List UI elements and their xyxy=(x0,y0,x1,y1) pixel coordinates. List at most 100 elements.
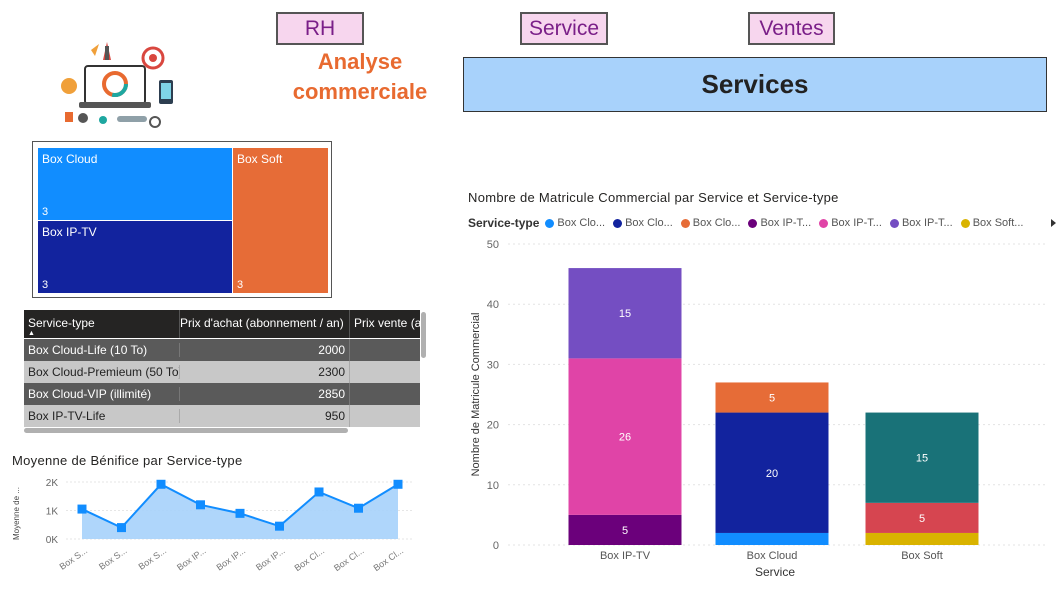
x-tick-label: Box Cl... xyxy=(293,545,327,573)
line-chart-title: Moyenne de Bénifice par Service-type xyxy=(12,453,243,468)
x-tick-label: Box IP... xyxy=(254,545,287,572)
legend-dot-icon xyxy=(545,218,555,228)
legend-dot-icon xyxy=(960,218,970,228)
legend-title: Service-type xyxy=(468,216,540,230)
data-label: 15 xyxy=(916,453,928,465)
table-cell-type: Box Cloud-Life (10 To) xyxy=(28,343,148,357)
x-tick-label: Box S... xyxy=(97,545,129,571)
legend-label: Box Soft... xyxy=(972,217,1024,229)
treemap-tile-label: Box Soft xyxy=(237,152,283,166)
x-tick-label: Box Cl... xyxy=(372,545,406,573)
bar-segment xyxy=(865,532,979,545)
table-horizontal-scrollbar[interactable] xyxy=(24,428,348,433)
table-cell-type: Box Cloud-VIP (illimité) xyxy=(28,387,152,401)
sort-ascending-icon: ▲ xyxy=(28,330,35,337)
bar-chart-title: Nombre de Matricule Commercial par Servi… xyxy=(468,190,839,205)
table-cell-empty xyxy=(349,383,420,405)
x-tick-label: Box IP... xyxy=(175,545,208,572)
x-tick-label: Box Cloud xyxy=(747,550,798,562)
data-point xyxy=(196,500,205,510)
data-point xyxy=(156,479,166,489)
treemap-tile-box-iptv[interactable]: Box IP-TV 3 xyxy=(38,221,232,293)
table-cell-empty xyxy=(349,361,420,383)
x-tick-label: Box Soft xyxy=(901,550,943,562)
x-tick-label: Box IP... xyxy=(214,545,247,572)
data-point xyxy=(77,504,87,514)
legend-item[interactable]: Box IP-T... xyxy=(889,217,953,229)
bar-segment xyxy=(715,532,829,545)
table-cell-prix: 2000 xyxy=(179,343,349,357)
legend-dot-icon xyxy=(680,218,690,228)
table-vertical-scrollbar[interactable] xyxy=(421,312,426,358)
table-header-service-type[interactable]: Service-type ▲ xyxy=(24,310,179,338)
benefice-area-chart: 2K1K0KMoyenne de ...Box S... Box S... Box … xyxy=(12,478,412,573)
y-tick-label: 10 xyxy=(487,480,499,492)
legend-dot-icon xyxy=(819,218,829,228)
legend-label: Box IP-T... xyxy=(760,217,812,229)
legend-dot-icon xyxy=(748,218,758,228)
data-point xyxy=(393,479,403,489)
y-axis-label: Nombre de Matricule Commercial xyxy=(470,313,482,477)
service-price-table: Service-type ▲ Prix d'achat (abonnement … xyxy=(24,310,427,432)
legend-item[interactable]: Box IP-T... xyxy=(819,217,882,229)
brand-title: Analyse commerciale xyxy=(280,47,440,107)
data-label: 5 xyxy=(622,525,628,537)
table-cell-prix: 950 xyxy=(179,409,349,423)
table-cell-prix: 2300 xyxy=(179,365,349,379)
data-label: 26 xyxy=(619,432,631,444)
data-label: 15 xyxy=(619,308,631,320)
table-row[interactable]: Box IP-TV-Life 950 xyxy=(24,405,420,427)
x-tick-label: Box S... xyxy=(137,545,169,571)
brand-title-line1: Analyse xyxy=(317,49,403,74)
page-title-banner: Services xyxy=(463,57,1047,112)
treemap-tile-count: 3 xyxy=(42,279,49,291)
table-row[interactable]: Box Cloud-VIP (illimité) 2850 xyxy=(24,383,420,405)
business-illustration-logo xyxy=(61,42,173,128)
table-row[interactable]: Box Cloud-Life (10 To) 2000 xyxy=(24,339,420,361)
table-cell-prix: 2850 xyxy=(179,387,349,401)
nav-service-button[interactable]: Service xyxy=(520,12,608,45)
legend-item[interactable]: Box Soft... xyxy=(960,217,1024,229)
legend-item[interactable]: Box Clo... xyxy=(680,217,741,229)
data-label: 5 xyxy=(919,513,925,525)
legend-label: Box IP-T... xyxy=(901,217,953,229)
table-header-prix-vente[interactable]: Prix vente (ab xyxy=(349,310,420,338)
y-tick-label: 50 xyxy=(487,239,499,251)
y-tick-label: 0 xyxy=(493,540,499,552)
legend-item[interactable]: Box Clo... xyxy=(613,217,673,229)
x-tick-label: Box S... xyxy=(58,545,90,571)
y-tick-label: 0K xyxy=(46,535,59,546)
legend-next-arrow-icon[interactable] xyxy=(1051,219,1057,227)
table-row[interactable]: Box Cloud-Premieum (50 To) 2300 xyxy=(24,361,420,383)
data-point xyxy=(117,523,126,533)
y-tick-label: 20 xyxy=(487,420,499,432)
treemap-tile-box-cloud[interactable]: Box Cloud 3 xyxy=(38,148,232,220)
nav-rh-button[interactable]: RH xyxy=(276,12,364,45)
legend-item[interactable]: Box IP-T... xyxy=(748,217,811,229)
bar-chart-legend: Service-type Box Clo... Box Clo... Box Clo… xyxy=(468,216,1057,230)
legend-item[interactable]: Box Clo... xyxy=(545,217,605,229)
legend-label: Box Clo... xyxy=(692,217,741,229)
legend-label: Box Clo... xyxy=(557,217,606,229)
x-tick-label: Box Cl... xyxy=(332,545,366,573)
matricule-stacked-bar-chart: 0 10 20 30 40 50 Nombre de Matricule Commercia… xyxy=(470,239,1048,579)
legend-dot-icon xyxy=(613,218,623,228)
data-point xyxy=(275,521,284,531)
y-tick-label: 40 xyxy=(487,299,499,311)
data-label: 5 xyxy=(769,393,775,405)
y-tick-label: 2K xyxy=(46,478,59,489)
treemap-tile-box-soft[interactable]: Box Soft 3 xyxy=(233,148,328,293)
service-treemap: Box Cloud 3 Box IP-TV 3 Box Soft 3 xyxy=(32,141,332,298)
legend-label: Box Clo... xyxy=(625,217,673,229)
nav-ventes-button[interactable]: Ventes xyxy=(748,12,835,45)
treemap-tile-count: 3 xyxy=(237,279,244,291)
legend-dot-icon xyxy=(889,218,899,228)
treemap-tile-label: Box Cloud xyxy=(42,152,98,166)
table-cell-type: Box Cloud-Premieum (50 To) xyxy=(28,365,179,379)
table-header-prix-achat[interactable]: Prix d'achat (abonnement / an) xyxy=(179,310,349,338)
data-point xyxy=(235,508,245,518)
table-cell-empty xyxy=(349,405,420,427)
table-cell-empty xyxy=(349,339,420,361)
treemap-tile-label: Box IP-TV xyxy=(42,225,97,239)
brand-title-line2: commerciale xyxy=(292,79,428,104)
